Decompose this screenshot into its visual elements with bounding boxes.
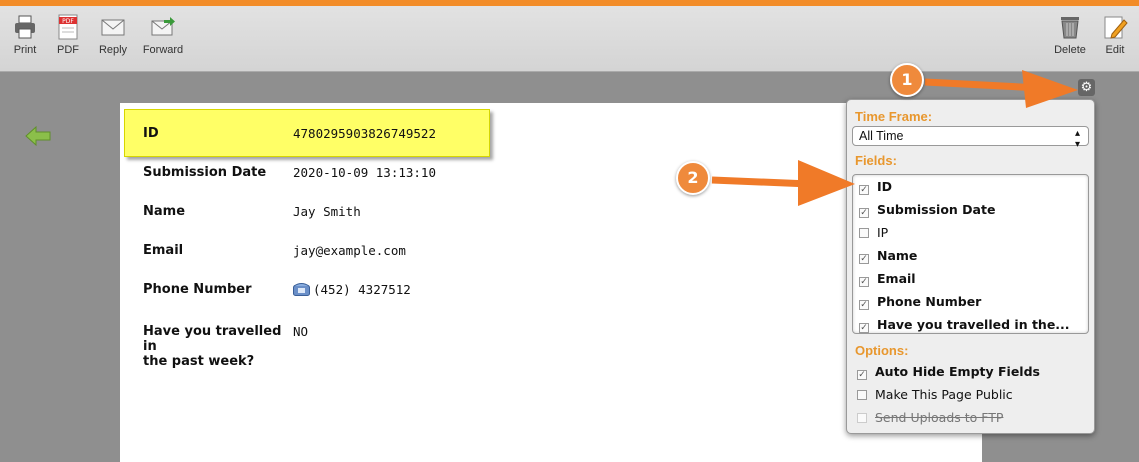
checkbox-checked[interactable]: ✓ — [859, 254, 869, 264]
submission-date-value: 2020-10-09 13:13:10 — [293, 165, 436, 180]
settings-panel: Time Frame: All Time ▴ ▾ Fields: ✓ ID ✓ Sub… — [846, 99, 1095, 434]
field-label: Phone Number — [877, 294, 982, 309]
name-label: Name — [143, 204, 186, 219]
step-badge-1: 1 — [890, 63, 924, 97]
printer-icon — [15, 15, 35, 39]
pdf-button[interactable]: PDF PDF — [43, 14, 93, 56]
reply-label: Reply — [98, 44, 128, 56]
travel-label-line2: the past week? — [143, 354, 255, 369]
delete-button[interactable]: Delete — [1045, 14, 1095, 56]
fields-list: ✓ ID ✓ Submission Date IP ✓ Name ✓ Email ✓ Ph… — [852, 174, 1089, 334]
pencil-icon — [1104, 16, 1128, 39]
field-label: IP — [877, 225, 889, 240]
email-label: Email — [143, 243, 184, 258]
pdf-label: PDF — [57, 44, 79, 56]
travel-label: Have you travelled in the past week? — [143, 324, 291, 369]
option-label: Make This Page Public — [875, 387, 1013, 402]
toolbar: Print PDF PDF Reply Forward Delete Edit — [0, 6, 1139, 72]
options-heading: Options: — [855, 343, 909, 358]
step-badge-2: 2 — [676, 161, 710, 195]
travel-value: NO — [293, 324, 309, 339]
checkbox-unchecked[interactable] — [857, 390, 867, 400]
field-label: Have you travelled in the... — [877, 317, 1070, 332]
forward-button[interactable]: Forward — [138, 14, 188, 56]
field-checkbox-id[interactable]: ✓ ID — [859, 179, 892, 195]
field-label: ID — [877, 179, 893, 194]
id-highlight: ID 4780295903826749522 — [124, 109, 490, 157]
timeframe-heading: Time Frame: — [855, 109, 933, 124]
timeframe-value: All Time — [859, 129, 904, 143]
checkbox-checked[interactable]: ✓ — [859, 185, 869, 195]
field-checkbox-submission-date[interactable]: ✓ Submission Date — [859, 202, 995, 218]
reply-button[interactable]: Reply — [88, 14, 138, 56]
checkbox-checked[interactable]: ✓ — [857, 370, 867, 380]
telephone-icon[interactable] — [293, 282, 310, 296]
settings-gear-icon[interactable]: ⚙ — [1078, 79, 1095, 96]
edit-label: Edit — [1105, 44, 1125, 56]
checkbox-checked[interactable]: ✓ — [859, 277, 869, 287]
phone-value-wrap: (452) 4327512 — [293, 282, 411, 297]
field-label: Submission Date — [877, 202, 996, 217]
name-value: Jay Smith — [293, 204, 361, 219]
field-checkbox-email[interactable]: ✓ Email — [859, 271, 916, 287]
field-label: Email — [877, 271, 916, 286]
option-make-public[interactable]: Make This Page Public — [857, 387, 1013, 402]
fields-heading: Fields: — [855, 153, 897, 168]
option-label: Send Uploads to FTP — [875, 410, 1004, 425]
checkbox-checked[interactable]: ✓ — [859, 208, 869, 218]
edit-button[interactable]: Edit — [1090, 14, 1139, 56]
submission-date-label: Submission Date — [143, 165, 267, 180]
field-checkbox-phone-number[interactable]: ✓ Phone Number — [859, 294, 981, 310]
phone-value: (452) 4327512 — [313, 282, 411, 297]
checkbox-unchecked[interactable] — [859, 228, 869, 238]
pdf-icon: PDF — [58, 14, 78, 40]
email-value: jay@example.com — [293, 243, 406, 258]
field-checkbox-travelled[interactable]: ✓ Have you travelled in the... — [859, 317, 1070, 333]
travel-label-line1: Have you travelled in — [143, 324, 282, 354]
checkbox-checked[interactable]: ✓ — [859, 300, 869, 310]
svg-text:PDF: PDF — [62, 18, 74, 25]
option-auto-hide-empty[interactable]: ✓ Auto Hide Empty Fields — [857, 364, 1040, 380]
option-send-uploads-ftp: Send Uploads to FTP — [857, 410, 1003, 425]
updown-arrows-icon: ▴ ▾ — [1074, 128, 1080, 150]
checkbox-checked[interactable]: ✓ — [859, 323, 869, 333]
highlight-id-value: 4780295903826749522 — [293, 126, 436, 141]
timeframe-select[interactable]: All Time ▴ ▾ — [852, 126, 1089, 150]
back-arrow-icon[interactable] — [25, 125, 51, 147]
forward-envelope-icon — [151, 17, 175, 36]
envelope-icon — [101, 19, 125, 36]
field-label: Name — [877, 248, 918, 263]
field-checkbox-ip[interactable]: IP — [859, 225, 888, 240]
option-label: Auto Hide Empty Fields — [875, 364, 1040, 379]
checkbox-disabled — [857, 413, 867, 423]
forward-label: Forward — [142, 44, 184, 56]
delete-label: Delete — [1054, 44, 1086, 56]
phone-label: Phone Number — [143, 282, 252, 297]
trash-icon — [1061, 17, 1079, 39]
field-checkbox-name[interactable]: ✓ Name — [859, 248, 917, 264]
highlight-id-label: ID — [143, 126, 159, 141]
